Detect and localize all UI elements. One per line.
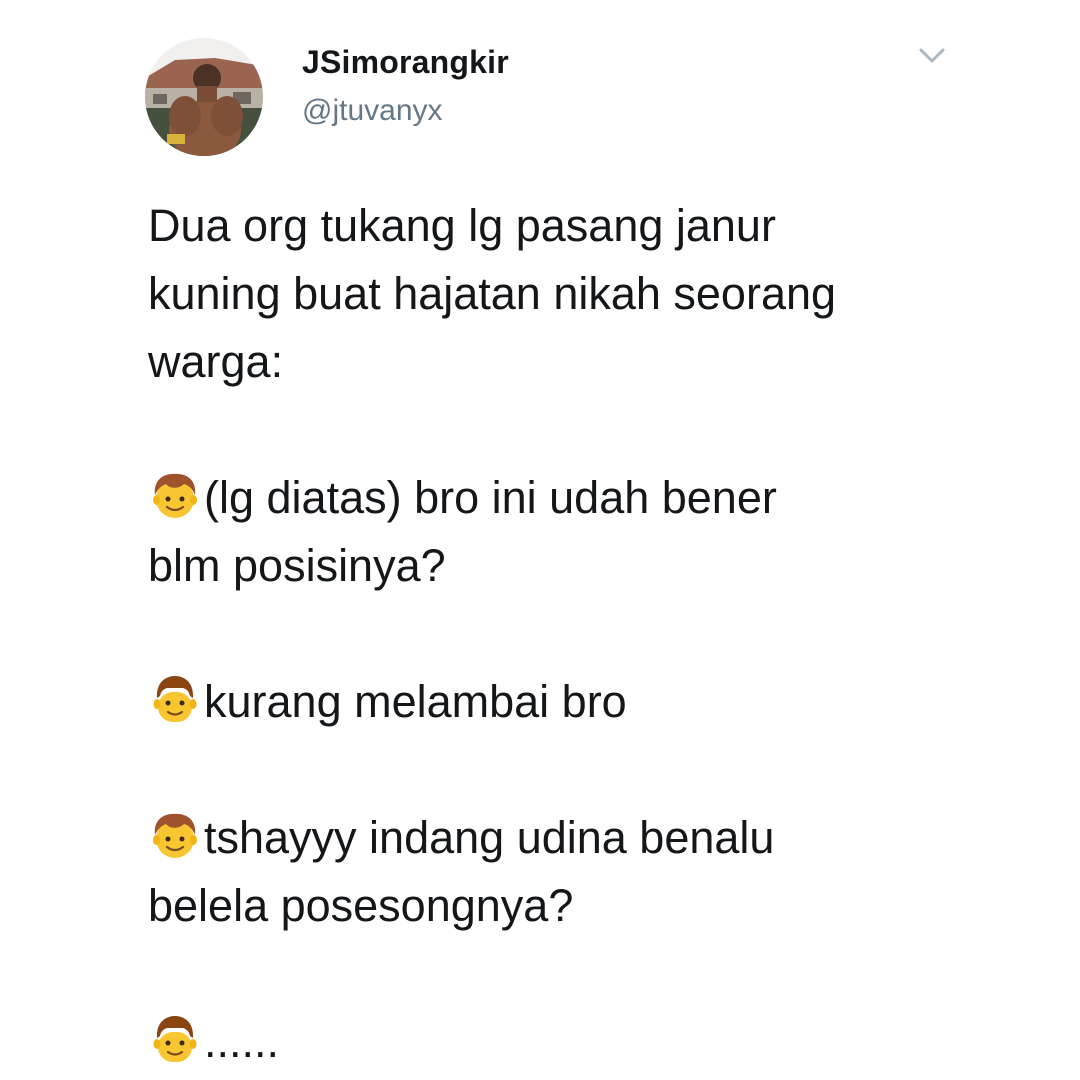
tweet-line: (lg diatas) bro ini udah bener [148, 464, 1008, 532]
avatar[interactable] [145, 38, 263, 156]
boy-emoji [148, 468, 202, 522]
tweet-line-text: warga: [148, 336, 284, 387]
tweet-line-text: ...... [204, 1016, 280, 1067]
tweet-paragraph: kurang melambai bro [148, 668, 1008, 736]
tweet-line-text: blm posisinya? [148, 540, 446, 591]
tweet-line-text: Dua org tukang lg pasang janur [148, 200, 776, 251]
tweet-line: belela posesongnya? [148, 872, 1008, 940]
tweet-paragraph: tshayyy indang udina benalu belela poseso… [148, 804, 1008, 940]
tweet-line: kurang melambai bro [148, 668, 1008, 736]
tweet-line: blm posisinya? [148, 532, 1008, 600]
tweet-text: Dua org tukang lg pasang janur kuning bua… [148, 192, 1008, 1076]
tweet-line: warga: [148, 328, 1008, 396]
tweet-line-text: (lg diatas) bro ini udah bener [204, 472, 777, 523]
tweet-line-text: tshayyy indang udina benalu [204, 812, 775, 863]
avatar-photo [145, 38, 263, 156]
tweet-paragraph: ...... [148, 1008, 1008, 1076]
tweet-line: tshayyy indang udina benalu [148, 804, 1008, 872]
tweet-card: JSimorangkir @jtuvanyx Dua org tukang lg… [0, 0, 1080, 1080]
display-name[interactable]: JSimorangkir [302, 44, 509, 81]
tweet-line: kuning buat hajatan nikah seorang [148, 260, 1008, 328]
chevron-down-icon[interactable] [917, 44, 947, 68]
tweet-line: Dua org tukang lg pasang janur [148, 192, 1008, 260]
tweet-line-text: kurang melambai bro [204, 676, 627, 727]
man-emoji [148, 672, 202, 726]
man-emoji [148, 1012, 202, 1066]
tweet-line-text: belela posesongnya? [148, 880, 574, 931]
tweet-paragraph: Dua org tukang lg pasang janur kuning bua… [148, 192, 1008, 396]
user-handle[interactable]: @jtuvanyx [302, 94, 443, 128]
boy-emoji [148, 808, 202, 862]
tweet-paragraph: (lg diatas) bro ini udah bener blm posisi… [148, 464, 1008, 600]
tweet-line-text: kuning buat hajatan nikah seorang [148, 268, 837, 319]
tweet-line: ...... [148, 1008, 1008, 1076]
